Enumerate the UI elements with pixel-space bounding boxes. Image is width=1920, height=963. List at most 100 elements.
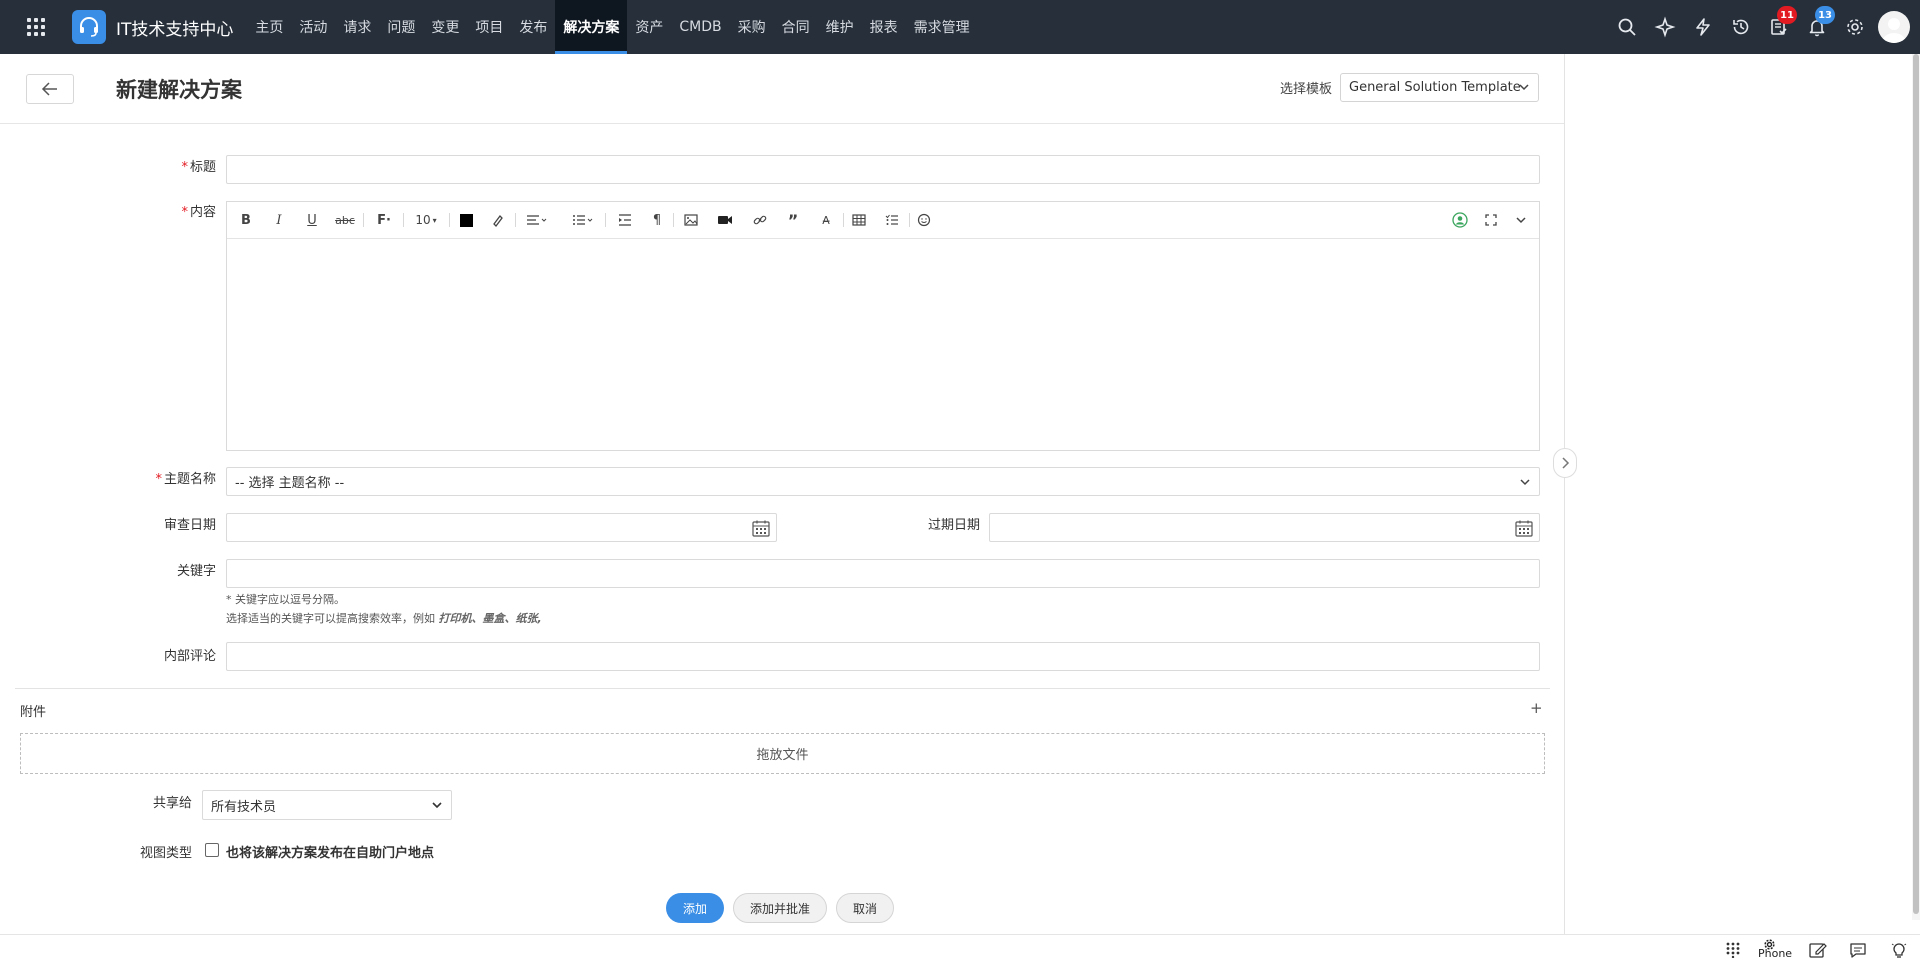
content-editor: B I U abc F· 10 ▾ ¶ ” A̶ <box>226 201 1540 451</box>
strikethrough-icon[interactable]: abc <box>335 211 355 229</box>
quote-icon[interactable]: ” <box>784 211 802 230</box>
nav-projects[interactable]: 项目 <box>467 0 511 54</box>
font-family-icon[interactable]: F· <box>373 211 395 229</box>
internal-comment-input[interactable] <box>226 642 1540 671</box>
nav-reports[interactable]: 报表 <box>862 0 906 54</box>
publish-portal-label[interactable]: 也将该解决方案发布在自助门户地点 <box>226 842 434 861</box>
editor-toolbar: B I U abc F· 10 ▾ ¶ ” A̶ <box>227 202 1539 239</box>
link-icon[interactable] <box>751 211 769 229</box>
topic-select-placeholder: -- 选择 主题名称 -- <box>235 476 345 491</box>
checklist-icon[interactable] <box>883 211 901 229</box>
back-button[interactable] <box>26 73 74 104</box>
main-nav: 主页 活动 请求 问题 变更 项目 发布 解决方案 资产 CMDB 采购 合同 … <box>247 0 977 54</box>
nav-solutions[interactable]: 解决方案 <box>555 0 628 54</box>
video-icon[interactable] <box>716 211 734 229</box>
cancel-button[interactable]: 取消 <box>836 893 894 923</box>
search-icon[interactable] <box>1608 0 1646 54</box>
editor-body[interactable] <box>227 239 1539 450</box>
page-header: 新建解决方案 选择模板 General Solution Template <box>0 54 1564 124</box>
font-size-select[interactable]: 10 ▾ <box>411 211 441 229</box>
keywords-input[interactable] <box>226 559 1540 588</box>
nav-problems[interactable]: 问题 <box>379 0 423 54</box>
nav-cmdb[interactable]: CMDB <box>671 0 729 54</box>
template-select-value: General Solution Template <box>1349 80 1521 95</box>
chevron-down-icon <box>432 802 442 809</box>
app-launcher-button[interactable] <box>0 0 72 54</box>
font-size-value: 10 <box>415 213 431 227</box>
nav-releases[interactable]: 发布 <box>511 0 555 54</box>
add-button[interactable]: 添加 <box>666 893 724 923</box>
main-panel: 新建解决方案 选择模板 General Solution Template * 标… <box>0 54 1565 934</box>
headset-logo-icon <box>72 10 106 44</box>
file-dropzone[interactable]: 拖放文件 <box>20 733 1545 774</box>
list-icon[interactable] <box>569 211 597 229</box>
topic-label: * 主题名称 <box>155 472 216 487</box>
section-divider <box>15 688 1550 689</box>
content-label: * 内容 <box>181 205 216 220</box>
nav-activities[interactable]: 活动 <box>291 0 335 54</box>
indent-icon[interactable] <box>616 211 634 229</box>
bottom-status-bar: Phone <box>0 934 1920 963</box>
arrow-left-icon <box>41 81 57 96</box>
text-color-icon[interactable] <box>457 211 475 229</box>
scrollbar-thumb[interactable] <box>1913 54 1919 914</box>
title-input[interactable] <box>226 155 1540 184</box>
nav-contracts[interactable]: 合同 <box>774 0 818 54</box>
underline-icon[interactable]: U <box>303 211 321 229</box>
nav-maintenance[interactable]: 维护 <box>818 0 862 54</box>
italic-icon[interactable]: I <box>270 211 288 229</box>
grid-icon <box>27 18 45 36</box>
calendar-icon[interactable] <box>752 520 770 537</box>
share-select-value: 所有技术员 <box>211 799 277 815</box>
gear-icon[interactable] <box>1836 0 1874 54</box>
review-date-input[interactable] <box>226 513 777 542</box>
expiry-date-label: 过期日期 <box>927 518 980 533</box>
nav-demand-management[interactable]: 需求管理 <box>906 0 978 54</box>
ai-sparkle-icon[interactable] <box>1646 0 1684 54</box>
fullscreen-icon[interactable] <box>1482 211 1500 229</box>
chevron-down-icon[interactable] <box>1512 211 1530 229</box>
highlight-icon[interactable] <box>489 211 507 229</box>
chevron-right-icon <box>1562 457 1570 469</box>
bell-icon[interactable]: 13 <box>1798 0 1836 54</box>
paragraph-icon[interactable]: ¶ <box>648 211 666 229</box>
expiry-date-input[interactable] <box>989 513 1540 542</box>
clear-format-icon[interactable]: A̶ <box>817 211 835 229</box>
lightning-icon[interactable] <box>1684 0 1722 54</box>
publish-portal-checkbox[interactable] <box>205 843 219 857</box>
share-select[interactable]: 所有技术员 <box>202 790 452 820</box>
nav-home[interactable]: 主页 <box>247 0 291 54</box>
table-icon[interactable] <box>850 211 868 229</box>
topic-select[interactable]: -- 选择 主题名称 -- <box>226 467 1540 496</box>
add-and-approve-button[interactable]: 添加并批准 <box>733 893 827 923</box>
bold-icon[interactable]: B <box>237 211 255 229</box>
align-icon[interactable] <box>523 211 551 229</box>
avatar[interactable] <box>1878 11 1910 43</box>
page-title: 新建解决方案 <box>116 77 242 102</box>
phone-label[interactable]: Phone <box>1758 947 1792 960</box>
notification-count-badge: 13 <box>1815 6 1835 24</box>
chat-icon[interactable] <box>1847 940 1869 960</box>
review-date-label: 审查日期 <box>163 518 216 533</box>
add-attachment-button[interactable]: + <box>1530 699 1543 717</box>
history-icon[interactable] <box>1722 0 1760 54</box>
emoji-icon[interactable] <box>915 211 933 229</box>
nav-assets[interactable]: 资产 <box>627 0 671 54</box>
image-icon[interactable] <box>682 211 700 229</box>
user-mention-icon[interactable] <box>1451 211 1469 229</box>
side-panel-toggle[interactable] <box>1553 448 1577 478</box>
template-label: 选择模板 <box>1280 82 1333 97</box>
nav-purchase[interactable]: 采购 <box>730 0 774 54</box>
nav-changes[interactable]: 变更 <box>423 0 467 54</box>
dialpad-icon[interactable] <box>1722 940 1744 960</box>
task-icon[interactable]: 11 <box>1760 0 1798 54</box>
top-navigation-bar: IT技术支持中心 主页 活动 请求 问题 变更 项目 发布 解决方案 资产 CM… <box>0 0 1920 54</box>
app-title: IT技术支持中心 <box>116 19 234 40</box>
chevron-down-icon <box>1519 84 1529 91</box>
attachments-label: 附件 <box>20 705 47 720</box>
template-select[interactable]: General Solution Template <box>1340 73 1539 102</box>
note-edit-icon[interactable] <box>1807 940 1829 960</box>
lightbulb-icon[interactable] <box>1888 940 1910 960</box>
nav-requests[interactable]: 请求 <box>335 0 379 54</box>
calendar-icon[interactable] <box>1515 520 1533 537</box>
